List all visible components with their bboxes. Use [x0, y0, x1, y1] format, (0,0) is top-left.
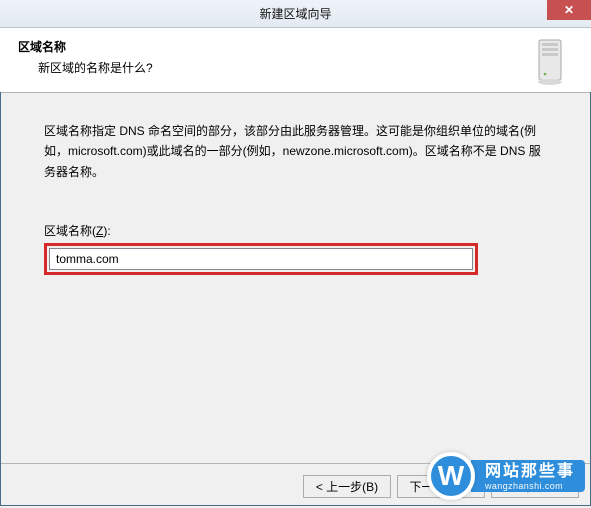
zone-name-highlight	[44, 243, 478, 275]
cancel-button[interactable]: 取消	[491, 475, 579, 498]
description-text: 区域名称指定 DNS 命名空间的部分，该部分由此服务器管理。这可能是你组织单位的…	[44, 121, 547, 182]
next-button[interactable]: 下一步(N) >	[397, 475, 485, 498]
wizard-footer: < 上一步(B) 下一步(N) > 取消	[0, 464, 591, 508]
zone-name-input[interactable]	[49, 248, 473, 270]
back-button[interactable]: < 上一步(B)	[303, 475, 391, 498]
zone-name-label: 区域名称(Z):	[44, 222, 547, 239]
page-subheading: 新区域的名称是什么?	[38, 59, 573, 76]
wizard-body: 区域名称指定 DNS 命名空间的部分，该部分由此服务器管理。这可能是你组织单位的…	[0, 93, 591, 463]
wizard-header: 区域名称 新区域的名称是什么?	[0, 28, 591, 92]
close-button[interactable]: ✕	[547, 0, 591, 20]
server-icon	[533, 38, 567, 86]
close-icon: ✕	[564, 3, 574, 17]
page-heading: 区域名称	[18, 38, 573, 55]
titlebar: 新建区域向导 ✕	[0, 0, 591, 28]
window-title: 新建区域向导	[259, 5, 331, 22]
